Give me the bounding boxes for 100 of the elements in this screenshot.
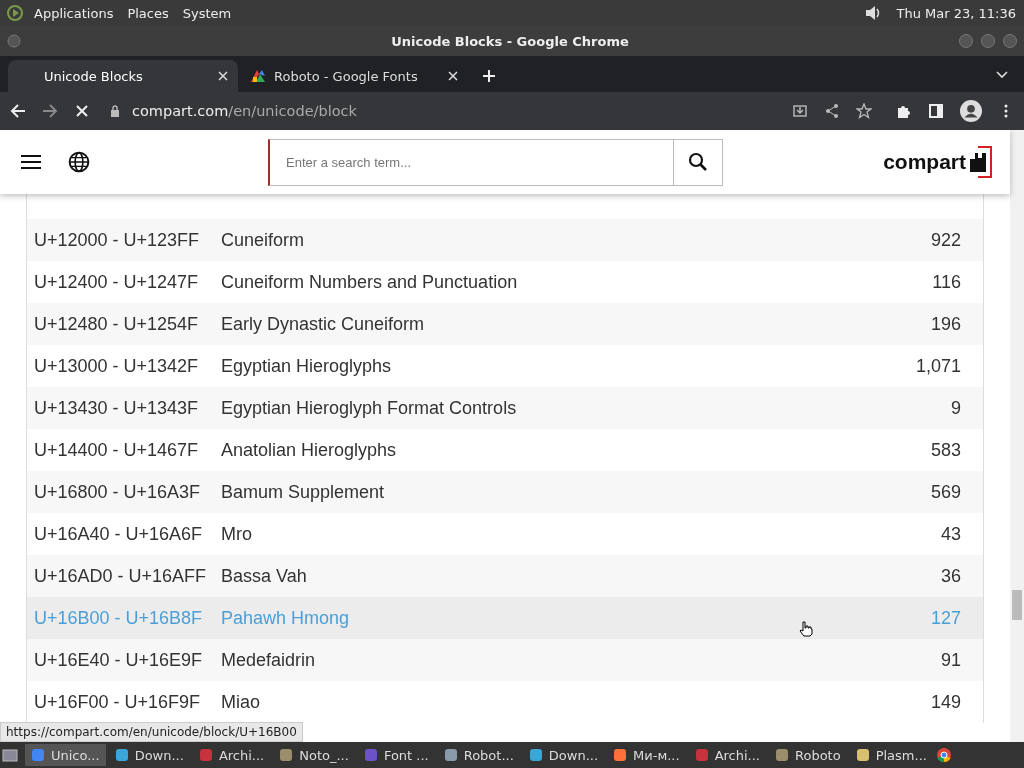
menu-icon[interactable]: [20, 154, 42, 170]
app-menu-icon[interactable]: [6, 4, 24, 22]
lock-icon: [110, 105, 120, 117]
side-panel-icon[interactable]: [928, 103, 944, 119]
count-cell: 91: [940, 649, 961, 671]
name-cell-text: Pahawh Hmong: [221, 607, 351, 629]
count-cell: 127: [930, 607, 961, 629]
browser-tab[interactable]: Unicode Blocks: [8, 60, 238, 92]
app-icon: [114, 748, 129, 762]
table-row[interactable]: U+13430 - U+1343F Egyptian Hieroglyph Format Controls 9: [27, 387, 983, 429]
count-cell: 43: [940, 523, 961, 545]
taskbar-item[interactable]: Plasm...: [849, 744, 933, 766]
app-icon: [613, 748, 628, 762]
window-title: Unicode Blocks - Google Chrome: [390, 33, 630, 49]
table-row[interactable]: U+16E40 - U+16E9F Medefaidrin 91: [27, 639, 983, 681]
logo-mark-icon[interactable]: [968, 146, 992, 178]
range-cell-text: U+14400 - U+1467F: [34, 439, 200, 461]
logo-text[interactable]: compart: [883, 150, 966, 174]
status-url: https://compart.com/en/unicode/block/U+16B00: [0, 722, 303, 742]
globe-icon[interactable]: [68, 151, 90, 173]
taskbar-item[interactable]: Archi...: [192, 744, 271, 766]
taskbar-item[interactable]: Roboto: [769, 744, 847, 766]
taskbar-item[interactable]: Noto_...: [273, 744, 355, 766]
table-row[interactable]: U+16800 - U+16A3F Bamum Supplement 569: [27, 471, 983, 513]
table-row[interactable]: U+16AD0 - U+16AFF Bassa Vah 36: [27, 555, 983, 597]
star-icon[interactable]: [856, 103, 872, 119]
panel-menu[interactable]: Applications: [34, 5, 114, 21]
chrome-icon[interactable]: [935, 747, 952, 763]
range-cell-text: U+16A40 - U+16A6F: [34, 523, 204, 545]
count-cell: 9: [951, 397, 961, 419]
range-cell-text: U+16F00 - U+16F9F: [34, 691, 202, 713]
range-cell-text: U+13430 - U+1343F: [34, 397, 200, 419]
name-cell-text: Egyptian Hieroglyphs: [221, 355, 393, 377]
puzzle-icon[interactable]: [896, 103, 912, 119]
app-icon: [694, 748, 709, 762]
name-cell-text: Medefaidrin: [221, 649, 317, 671]
scrollbar-thumb[interactable]: [1012, 590, 1022, 620]
range-cell-text: U+13000 - U+1342F: [34, 355, 200, 377]
tab-favicon-icon: [250, 68, 266, 84]
table-row[interactable]: U+12480 - U+1254F Early Dynastic Cuneiform 196: [27, 303, 983, 345]
back-icon[interactable]: [10, 103, 26, 119]
show-desktop-icon[interactable]: [2, 747, 18, 763]
app-icon: [363, 748, 378, 762]
range-cell-text: U+12480 - U+1254F: [34, 313, 200, 335]
clock: Thu Mar 23, 11:36: [896, 5, 1016, 21]
hand-pointer-icon: [799, 621, 813, 637]
close-icon[interactable]: [218, 71, 228, 81]
taskbar-item[interactable]: Font ...: [357, 744, 435, 766]
name-cell-text: Bamum Supplement: [221, 481, 386, 503]
profile-icon[interactable]: [960, 100, 982, 122]
count-cell: 149: [930, 691, 961, 713]
taskbar-item[interactable]: Ми-м...: [607, 744, 686, 766]
close-icon[interactable]: [448, 71, 458, 81]
app-icon: [279, 748, 294, 762]
range-cell-text: U+16AD0 - U+16AFF: [34, 565, 208, 587]
name-cell-text: Cuneiform: [221, 229, 306, 251]
panel-menu[interactable]: System: [182, 5, 232, 21]
name-cell-text: Miao: [221, 691, 261, 713]
name-cell-text: Mro: [221, 523, 253, 545]
count-cell: 1,071: [915, 355, 961, 377]
taskbar-item[interactable]: Down...: [522, 744, 605, 766]
search-field[interactable]: Enter a search term...: [268, 138, 674, 186]
count-cell: 922: [930, 229, 961, 251]
taskbar-item[interactable]: Robot...: [437, 744, 520, 766]
forward-icon[interactable]: [42, 103, 58, 119]
count-cell: 583: [930, 439, 961, 461]
range-cell-text: U+12400 - U+1247F: [34, 271, 200, 293]
name-cell-text: Anatolian Hieroglyphs: [221, 439, 398, 461]
app-icon: [443, 748, 458, 762]
new-tab-icon[interactable]: [482, 69, 496, 83]
count-cell: 196: [930, 313, 961, 335]
taskbar-item[interactable]: Down...: [108, 744, 190, 766]
count-cell: 116: [932, 271, 961, 293]
share-icon[interactable]: [824, 103, 840, 119]
name-cell-text: Egyptian Hieroglyph Format Controls: [221, 397, 518, 419]
app-icon: [31, 748, 45, 762]
chevron-down-icon[interactable]: [996, 71, 1008, 79]
range-cell-text: U+12000 - U+123FF: [34, 229, 201, 251]
panel-menu[interactable]: Places: [127, 5, 169, 21]
app-icon: [198, 748, 213, 762]
name-cell-text: Bassa Vah: [221, 565, 308, 587]
scrollbar[interactable]: [1010, 130, 1024, 742]
close-icon[interactable]: [74, 103, 90, 119]
range-cell-text: U+16800 - U+16A3F: [34, 481, 202, 503]
install-icon[interactable]: [792, 103, 808, 119]
search-icon: [688, 152, 708, 172]
table-row[interactable]: U+12000 - U+123FF Cuneiform 922: [27, 219, 983, 261]
range-cell-text: U+16E40 - U+16E9F: [34, 649, 204, 671]
search-button[interactable]: [674, 138, 723, 186]
taskbar-item[interactable]: Unico...: [25, 744, 106, 766]
taskbar-item[interactable]: Archi...: [688, 744, 766, 766]
app-icon: [855, 748, 870, 762]
browser-tab[interactable]: Roboto - Google Fonts: [238, 60, 468, 92]
name-cell-text: Early Dynastic Cuneiform: [221, 313, 426, 335]
range-cell-text: U+16B00 - U+16B8F: [34, 607, 204, 629]
app-icon: [528, 748, 543, 762]
app-icon: [775, 748, 789, 762]
count-cell: 36: [940, 565, 961, 587]
name-cell-text: Cuneiform Numbers and Punctuation: [221, 271, 519, 293]
count-cell: 569: [930, 481, 961, 503]
